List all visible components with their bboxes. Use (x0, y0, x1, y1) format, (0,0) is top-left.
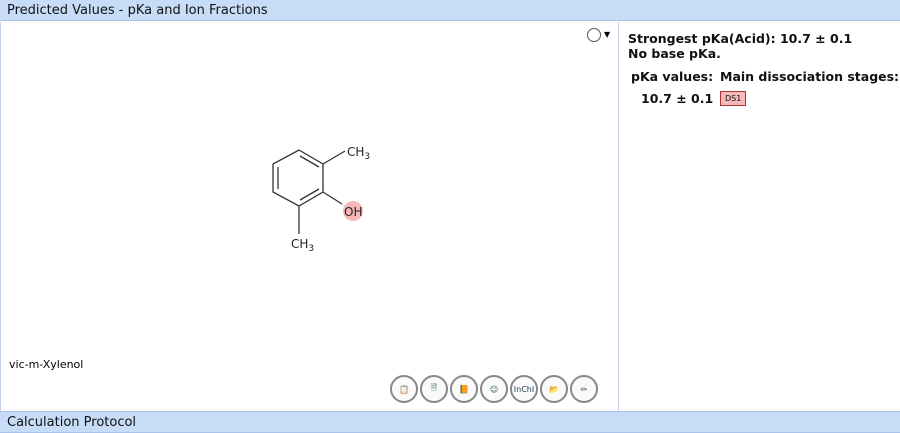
strongest-pka: Strongest pKa(Acid): 10.7 ± 0.1 (628, 31, 853, 46)
molecule-name: vic-m-Xylenol (9, 358, 84, 371)
pka-values-header: pKa values: (631, 69, 714, 84)
base-pka: No base pKa. (628, 46, 721, 61)
svg-text:CH3: CH3 (347, 145, 370, 162)
toolbar: 📋 🗎 📙 ☺ InChI 📂 ✏ (390, 375, 598, 403)
svg-text:CH3: CH3 (291, 237, 314, 254)
edit-pencil-button[interactable]: ✏ (570, 375, 598, 403)
results-panel: Strongest pKa(Acid): 10.7 ± 0.1 No base … (620, 22, 900, 411)
inchi-button[interactable]: InChI (510, 375, 538, 403)
structure-panel: ▼ CH3 OH CH3 vic-m-Xylenol 📋 🗎 📙 ☺ InChI… (0, 22, 619, 411)
book-button[interactable]: 📙 (450, 375, 478, 403)
export-pdf-button[interactable]: 🗎 (420, 375, 448, 403)
copy-pdf-button[interactable]: 📋 (390, 375, 418, 403)
pka-value: 10.7 ± 0.1 (641, 91, 714, 106)
stages-header: Main dissociation stages: (720, 69, 900, 84)
molecule-structure: CH3 OH CH3 (272, 145, 370, 254)
open-folder-button[interactable]: 📂 (540, 375, 568, 403)
svg-text:OH: OH (344, 205, 362, 219)
smiley-button[interactable]: ☺ (480, 375, 508, 403)
stage-badge[interactable]: DS1 (720, 91, 747, 106)
calculation-protocol-header[interactable]: Calculation Protocol (0, 411, 900, 433)
